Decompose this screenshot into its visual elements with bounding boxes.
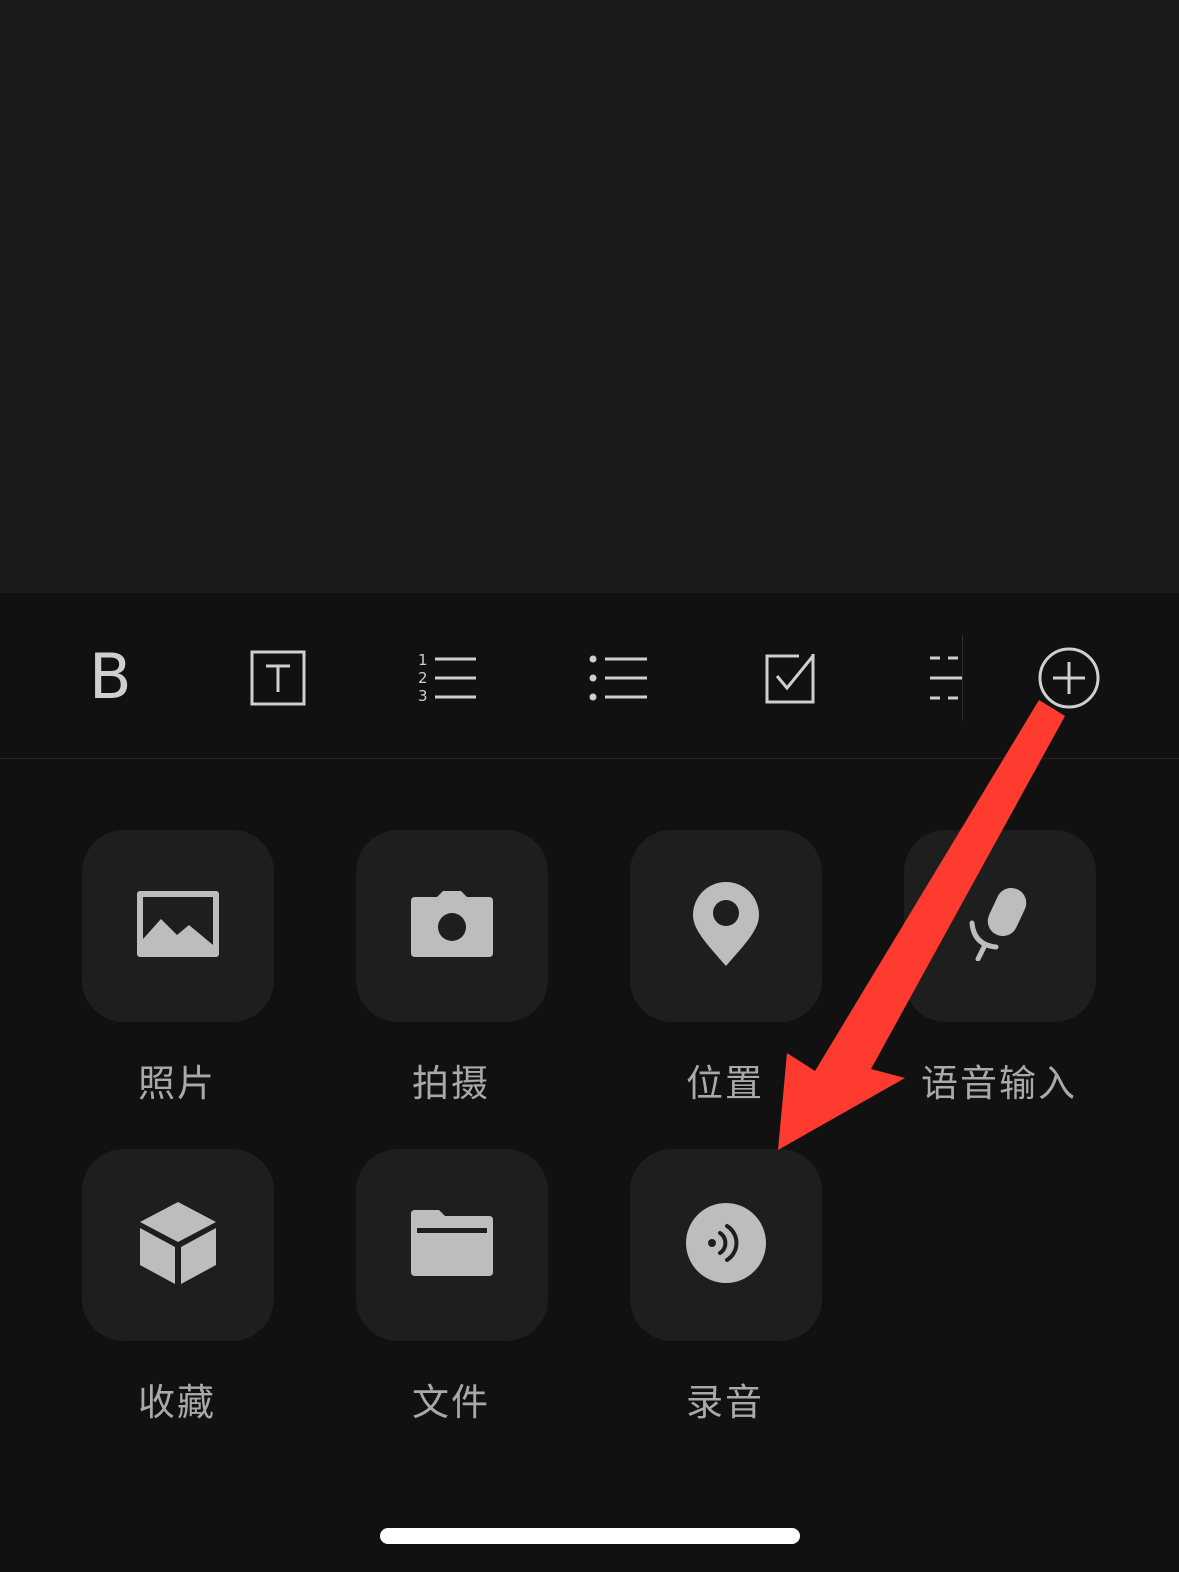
bold-button[interactable]: B xyxy=(65,633,155,723)
bulleted-list-button[interactable] xyxy=(574,633,664,723)
folder-icon xyxy=(411,1210,493,1280)
note-content-area[interactable] xyxy=(0,0,1179,593)
toolbar-separator xyxy=(962,635,963,721)
location-label: 位置 xyxy=(686,1062,764,1105)
location-pin-icon xyxy=(693,882,759,970)
photo-icon xyxy=(137,891,219,961)
voice-input-button[interactable] xyxy=(904,830,1096,1022)
camera-icon xyxy=(411,891,493,961)
home-indicator xyxy=(380,1528,800,1544)
checkbox-button[interactable] xyxy=(746,633,836,723)
cube-icon xyxy=(140,1202,216,1288)
favorites-button[interactable] xyxy=(82,1149,274,1341)
note-editor-screen: B 1 2 3 照片 拍摄 位置 语音输入 收藏 文件 录音 xyxy=(0,0,1179,1572)
bulleted-list-icon xyxy=(589,650,649,706)
checkbox-icon xyxy=(763,650,819,706)
text-style-icon xyxy=(250,650,306,706)
microphone-icon xyxy=(968,887,1032,965)
file-label: 文件 xyxy=(412,1381,490,1424)
svg-text:3: 3 xyxy=(418,687,428,705)
text-style-button[interactable] xyxy=(233,633,323,723)
photo-button[interactable] xyxy=(82,830,274,1022)
audio-record-label: 录音 xyxy=(686,1381,764,1424)
bold-label: B xyxy=(89,648,132,708)
svg-text:1: 1 xyxy=(418,651,428,669)
camera-button[interactable] xyxy=(356,830,548,1022)
location-button[interactable] xyxy=(630,830,822,1022)
numbered-list-button[interactable]: 1 2 3 xyxy=(403,633,493,723)
attachment-panel: 照片 拍摄 位置 语音输入 收藏 文件 录音 xyxy=(0,759,1179,1572)
format-toolbar: B 1 2 3 xyxy=(0,593,1179,759)
plus-circle-icon xyxy=(1037,646,1101,710)
insert-button[interactable] xyxy=(1024,633,1114,723)
file-button[interactable] xyxy=(356,1149,548,1341)
voice-input-label: 语音输入 xyxy=(921,1062,1077,1105)
divider-line-icon xyxy=(930,650,962,706)
divider-line-button[interactable] xyxy=(900,633,962,723)
numbered-list-icon: 1 2 3 xyxy=(418,650,478,706)
audio-record-icon xyxy=(685,1202,767,1288)
camera-label: 拍摄 xyxy=(412,1062,490,1105)
bold-icon: B xyxy=(85,648,135,708)
photo-label: 照片 xyxy=(138,1062,216,1105)
svg-text:2: 2 xyxy=(418,669,428,687)
audio-record-button[interactable] xyxy=(630,1149,822,1341)
favorites-label: 收藏 xyxy=(138,1381,216,1424)
